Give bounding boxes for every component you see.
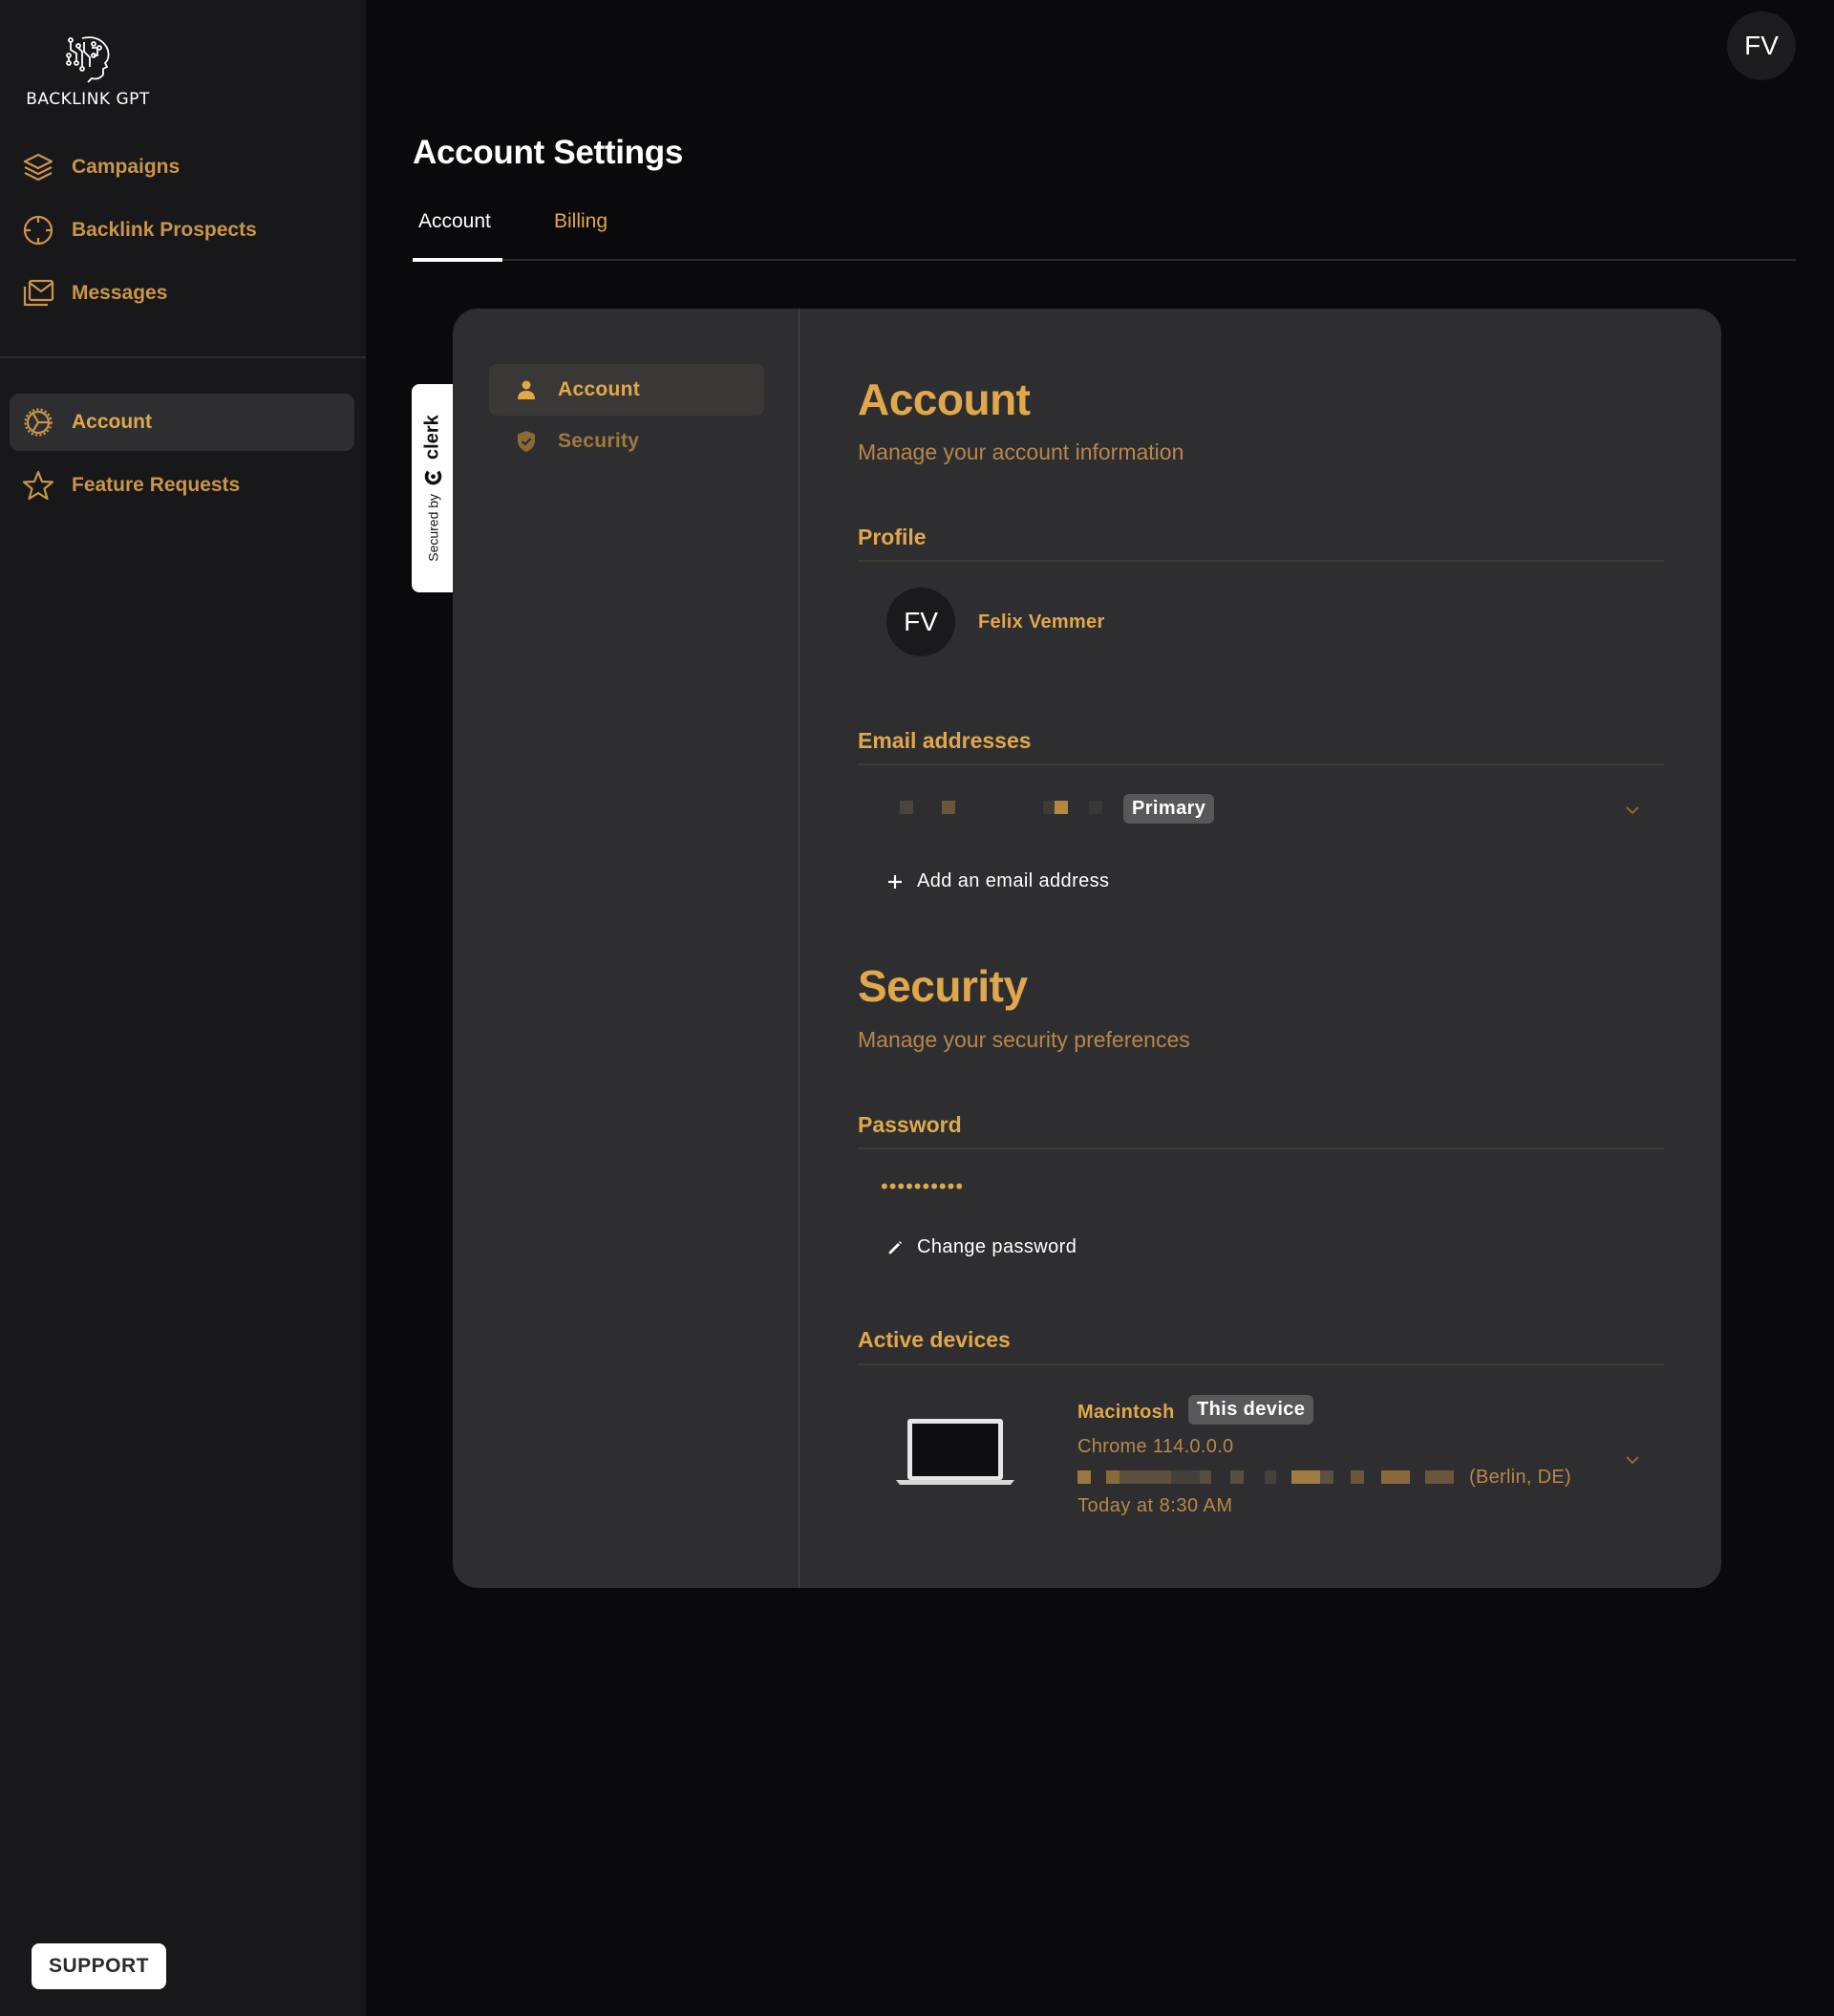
user-avatar-button[interactable]: FV: [1727, 11, 1796, 80]
add-email-button[interactable]: Add an email address: [886, 870, 1109, 892]
redacted-email-segment: [1089, 801, 1102, 814]
user-icon: [514, 377, 539, 402]
sidebar-item-label: Account: [72, 411, 152, 433]
profile-section-title: Profile: [858, 525, 927, 549]
sidebar-item-label: Backlink Prospects: [72, 219, 257, 241]
active-device-item[interactable]: Macintosh This device Chrome 114.0.0.0 (…: [858, 1390, 1664, 1524]
sidebar: BACKLINK GPT Campaigns Backlink Prospect…: [0, 0, 366, 2016]
tab-billing[interactable]: Billing: [548, 208, 613, 235]
app-name: BACKLINK GPT: [26, 90, 150, 109]
app-logo[interactable]: BACKLINK GPT: [23, 32, 153, 109]
settings-tabs: Account Billing: [413, 208, 1796, 262]
section-divider: [858, 763, 1664, 765]
redacted-ip-segment: [1171, 1470, 1200, 1484]
clerk-brand: clerk: [421, 415, 443, 460]
device-browser: Chrome 114.0.0.0: [1077, 1436, 1234, 1457]
sidebar-item-label: Campaigns: [72, 156, 181, 178]
tab-account[interactable]: Account: [413, 208, 497, 235]
redacted-ip-segment: [1425, 1470, 1454, 1484]
email-row-primary[interactable]: Primary: [858, 786, 1664, 834]
redacted-ip-segment: [1230, 1470, 1244, 1484]
sidebar-item-backlink-prospects[interactable]: Backlink Prospects: [10, 202, 354, 259]
redacted-ip-segment: [1351, 1470, 1364, 1484]
redacted-email-segment: [1043, 801, 1055, 814]
card-nav-divider: [799, 309, 800, 1588]
devices-section-title: Active devices: [858, 1327, 1011, 1352]
change-password-label: Change password: [917, 1236, 1077, 1257]
security-heading: Security: [858, 961, 1028, 1011]
section-divider: [858, 1363, 1664, 1365]
profile-nav-label: Account: [558, 378, 641, 400]
redacted-ip-segment: [1120, 1470, 1171, 1484]
brain-circuit-icon: [66, 36, 110, 83]
layers-icon: [21, 150, 55, 184]
redacted-ip-segment: [1381, 1470, 1410, 1484]
device-location: (Berlin, DE): [1077, 1467, 1612, 1490]
mail-stack-icon: [21, 276, 55, 311]
redacted-ip-segment: [1200, 1470, 1211, 1484]
add-email-label: Add an email address: [917, 870, 1110, 891]
support-button[interactable]: SUPPORT: [32, 1943, 166, 1989]
this-device-badge: This device: [1188, 1395, 1314, 1425]
plus-icon: [886, 873, 904, 890]
password-section-title: Password: [858, 1112, 962, 1137]
sidebar-item-label: Feature Requests: [72, 474, 241, 496]
crosshair-icon: [21, 213, 55, 247]
profile-nav-security[interactable]: Security: [489, 416, 764, 467]
redacted-email-segment: [1055, 801, 1068, 814]
chevron-down-icon[interactable]: [1622, 800, 1643, 821]
sidebar-item-label: Messages: [72, 282, 168, 304]
redacted-email-segment: [942, 801, 955, 814]
sidebar-item-account[interactable]: Account: [10, 394, 354, 451]
device-name: Macintosh: [1077, 1402, 1175, 1423]
redacted-ip-segment: [1291, 1470, 1320, 1484]
tabs-divider: [413, 259, 1796, 261]
redacted-ip-segment: [1320, 1470, 1333, 1484]
sidebar-item-messages[interactable]: Messages: [10, 265, 354, 322]
email-section-title: Email addresses: [858, 728, 1032, 753]
profile-nav: Account Security: [489, 364, 764, 467]
security-subtitle: Manage your security preferences: [858, 1027, 1190, 1052]
device-last-active: Today at 8:30 AM: [1077, 1495, 1233, 1516]
pencil-icon: [886, 1239, 904, 1256]
redacted-ip-segment: [1265, 1470, 1276, 1484]
device-city: (Berlin, DE): [1469, 1467, 1571, 1488]
section-divider: [858, 1147, 1664, 1149]
account-subtitle: Manage your account information: [858, 440, 1184, 464]
secured-by-clerk-badge[interactable]: Secured by clerk: [412, 384, 454, 592]
redacted-ip-segment: [1106, 1470, 1120, 1484]
account-heading: Account: [858, 375, 1031, 424]
change-password-button[interactable]: Change password: [886, 1236, 1077, 1258]
chevron-down-icon[interactable]: [1622, 1449, 1643, 1470]
profile-avatar[interactable]: FV: [886, 588, 955, 656]
gear-icon: [21, 405, 55, 440]
profile-nav-label: Security: [558, 430, 640, 452]
profile-name[interactable]: Felix Vemmer: [978, 611, 1105, 633]
star-icon: [21, 468, 55, 503]
clerk-logo-icon: [424, 470, 441, 485]
user-profile-card: Account Security Account Manage your acc…: [453, 309, 1721, 1588]
tab-active-indicator: [413, 258, 502, 262]
secured-by-label: Secured by: [425, 493, 440, 562]
sidebar-item-feature-requests[interactable]: Feature Requests: [10, 457, 354, 514]
sidebar-item-campaigns[interactable]: Campaigns: [10, 139, 354, 196]
profile-nav-account[interactable]: Account: [489, 364, 764, 416]
primary-badge: Primary: [1123, 794, 1215, 824]
sidebar-divider: [0, 356, 366, 358]
page-title: Account Settings: [413, 134, 683, 171]
section-divider: [858, 560, 1664, 562]
redacted-email-segment: [900, 801, 913, 814]
shield-check-icon: [514, 429, 539, 454]
password-masked-value: ••••••••••: [881, 1174, 965, 1198]
redacted-ip-segment: [1077, 1470, 1091, 1484]
laptop-icon: [896, 1419, 1014, 1485]
